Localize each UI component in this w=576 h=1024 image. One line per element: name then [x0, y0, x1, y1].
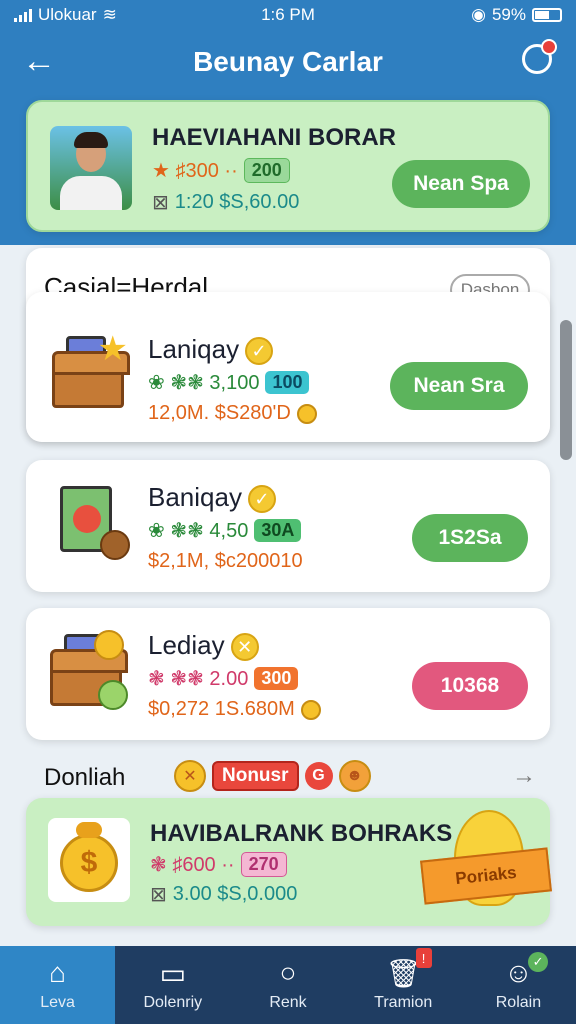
badge-icon: ✕	[230, 633, 259, 662]
item-stat-line: ❀ ❃❃ 4,50 30A	[148, 518, 302, 543]
list-item[interactable]: Lediay ✕ ❃ ❃❃ 2.00 300 $0,272 1S.680M 103…	[26, 608, 550, 740]
notification-dot	[541, 39, 557, 55]
bonus-stat-line: ❃ ♯600 ·· 270	[150, 852, 287, 877]
verified-check-icon: ✓	[245, 337, 274, 366]
item-value-text: 12,0M. $S280'D	[148, 402, 291, 424]
item-stat-text: ❀ ❃❃ 4,50	[148, 520, 249, 542]
nav-label: Leva	[40, 994, 75, 1011]
item-value-text: $0,272 1S.680M	[148, 698, 295, 720]
hero-stat-badge: 200	[243, 158, 290, 183]
book-icon	[50, 482, 132, 562]
face-icon: ☻	[338, 760, 371, 792]
item-action-button[interactable]: Nean Sra	[390, 362, 528, 410]
nav-label: Renk	[269, 994, 307, 1011]
item-stat-line: ❃ ❃❃ 2.00 300	[148, 666, 299, 691]
trash-icon: 🗑	[385, 957, 421, 989]
item-name: Lediay ✕	[148, 630, 259, 662]
item-value-line: $0,272 1S.680M	[148, 698, 321, 721]
item-stat-badge: 300	[254, 667, 299, 690]
nav-item-tramion[interactable]: ! 🗑 Tramion	[346, 946, 461, 1024]
nav-check-badge: ✓	[528, 952, 549, 972]
nav-item-delivery[interactable]: ▭ Dolenriy	[115, 946, 230, 1024]
bonus-icons: ✕ Nonusr G ☻	[174, 760, 371, 792]
avatar	[50, 126, 132, 210]
home-icon: ⌂	[49, 957, 67, 988]
hero-name: HAEVIAHANI BORAR	[152, 124, 397, 151]
bonus-tag: Nonusr	[212, 761, 299, 791]
bonus-value-line: ⊠ 3.00 $S,0.000	[150, 882, 297, 907]
nav-badge: !	[415, 948, 432, 968]
notification-icon[interactable]	[522, 39, 557, 74]
item-name: Baniqay ✓	[148, 482, 276, 514]
nav-label: Rolain	[495, 994, 542, 1011]
status-bar: Ulokuar ≋ 1:6 PM ◉ 59%	[0, 0, 576, 30]
coin-icon	[296, 403, 317, 424]
bottom-nav: ⌂ Leva ▭ Dolenriy ○ Renk ! 🗑 Tramion ✓ ☺…	[0, 946, 576, 1024]
bonus-value-text: 3.00 $S,0.000	[172, 883, 298, 905]
phone-icon: ▭	[159, 957, 187, 989]
item-name-text: Laniqay	[148, 334, 240, 364]
item-name-text: Lediay	[148, 630, 225, 660]
item-stat-text: ❃ ❃❃ 2.00	[148, 668, 249, 690]
nav-label: Dolenriy	[143, 994, 203, 1011]
arrow-right-icon[interactable]: →	[512, 762, 536, 790]
battery-icon	[532, 8, 562, 22]
item-value-line: 12,0M. $S280'D	[148, 402, 317, 425]
hero-card[interactable]: HAEVIAHANI BORAR ★ ♯300 ·· 200 ⊠ 1:20 $S…	[26, 100, 550, 232]
nav-item-profile[interactable]: ✓ ☺ Rolain	[461, 946, 576, 1024]
item-stat-badge: 30A	[254, 519, 302, 542]
item-name: Laniqay ✓	[148, 334, 274, 366]
hero-value-text: 1:20 $S,60.00	[174, 191, 300, 213]
item-value-line: $2,1M, $c200010	[148, 550, 303, 573]
item-value-text: $2,1M, $c200010	[148, 550, 303, 572]
clock-icon: ⊠	[150, 884, 167, 906]
clock-icon: ⊠	[152, 192, 169, 214]
coin-icon	[300, 699, 321, 720]
page-title: Beunay Carlar	[193, 46, 383, 77]
item-stat-line: ❀ ❃❃ 3,100 100	[148, 370, 310, 395]
hero-action-button[interactable]: Nean Spa	[392, 160, 530, 208]
circle-icon: ○	[279, 957, 297, 988]
nav-item-rank[interactable]: ○ Renk	[230, 946, 345, 1024]
treasure-chest-icon	[46, 630, 128, 710]
hero-stat-text: ★ ♯300 ··	[152, 160, 238, 182]
item-action-button[interactable]: 10368	[412, 662, 528, 710]
item-name-text: Baniqay	[148, 482, 242, 512]
app-header: ← Beunay Carlar	[0, 36, 576, 88]
bonus-header: Donliah ✕ Nonusr G ☻ →	[26, 756, 550, 796]
verified-check-icon: ✓	[247, 485, 276, 514]
bonus-card-name: HAVIBALRANK BOHRAKS	[150, 820, 453, 847]
bonus-stat-badge: 270	[240, 852, 287, 877]
item-stat-badge: 100	[265, 371, 310, 394]
money-bag-icon: $	[48, 818, 130, 902]
clock: 1:6 PM	[261, 5, 315, 24]
bonus-stat-text: ❃ ♯600 ··	[150, 854, 235, 876]
nav-label: Tramion	[374, 994, 433, 1011]
bonus-coin-icon: ✕	[174, 760, 206, 792]
item-action-button[interactable]: 1S2Sa	[412, 514, 528, 562]
bonus-title: Donliah	[44, 764, 126, 791]
treasure-chest-icon: ★	[48, 332, 130, 412]
scrollbar[interactable]	[560, 320, 572, 460]
bonus-card[interactable]: $ HAVIBALRANK BOHRAKS ❃ ♯600 ·· 270 ⊠ 3.…	[26, 798, 552, 926]
bonus-ribbon: Poriaks	[420, 847, 552, 905]
item-stat-text: ❀ ❃❃ 3,100	[148, 372, 260, 394]
g-icon: G	[304, 762, 333, 790]
hero-value-line: ⊠ 1:20 $S,60.00	[152, 190, 299, 215]
hero-stat-line: ★ ♯300 ·· 200	[152, 158, 290, 183]
list-item[interactable]: Baniqay ✓ ❀ ❃❃ 4,50 30A $2,1M, $c200010 1…	[26, 460, 550, 592]
list-item[interactable]: ★ Laniqay ✓ ❀ ❃❃ 3,100 100 12,0M. $S280'D…	[26, 292, 550, 442]
nav-item-home[interactable]: ⌂ Leva	[0, 946, 116, 1024]
